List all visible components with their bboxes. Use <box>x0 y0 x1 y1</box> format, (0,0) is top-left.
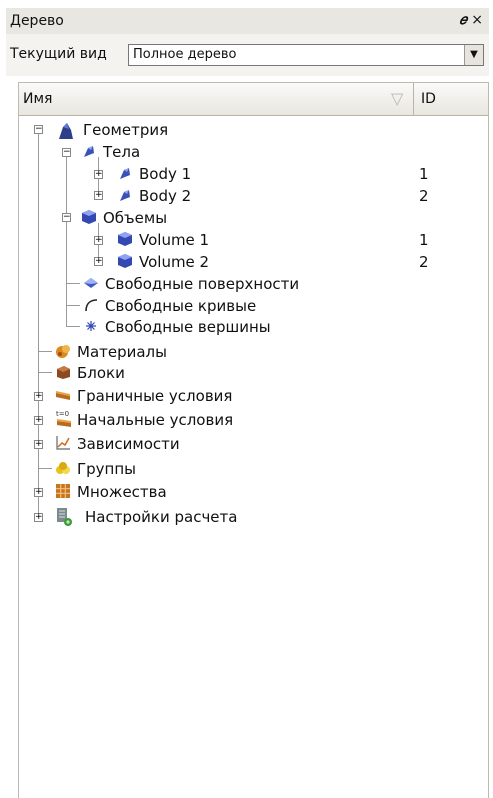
settings-icon <box>57 508 72 526</box>
tree-item-label: Множества <box>77 483 167 501</box>
tree-item-label: Граничные условия <box>77 387 233 405</box>
tree-item-label: Материалы <box>77 343 167 361</box>
filter-icon[interactable]: ▽ <box>391 89 403 108</box>
curve-icon <box>85 299 98 312</box>
tree-item-label: Блоки <box>77 364 125 382</box>
tree-item-label: Свободные вершины <box>105 318 271 336</box>
geometry-icon <box>59 123 73 139</box>
expander[interactable]: + <box>94 170 103 179</box>
svg-text:t=0: t=0 <box>56 410 69 418</box>
blocks-icon <box>57 366 70 379</box>
dropdown-arrow-icon[interactable]: ▼ <box>464 45 483 65</box>
panel-title: Дерево <box>10 13 64 29</box>
expander[interactable]: + <box>34 416 43 425</box>
view-row: Текущий вид Полное дерево ▼ <box>6 34 489 76</box>
expander[interactable]: + <box>94 257 103 266</box>
volume-icon <box>118 232 132 246</box>
panel-buttons: 𝑒 × <box>459 12 483 28</box>
tree-panel: Дерево 𝑒 × Текущий вид Полное дерево ▼ И… <box>0 0 493 798</box>
column-name-header[interactable]: Имя <box>23 91 52 107</box>
tree-item-id: 1 <box>419 165 429 183</box>
surface-icon <box>84 278 98 288</box>
volumes-icon <box>82 210 96 224</box>
tree-item-label: Группы <box>77 460 137 478</box>
close-button[interactable]: × <box>471 12 483 28</box>
view-select-value: Полное дерево <box>133 47 237 62</box>
expander[interactable]: + <box>34 488 43 497</box>
dependencies-icon <box>56 436 70 450</box>
tree-item-label: Свободные кривые <box>105 297 257 315</box>
view-label: Текущий вид <box>10 46 107 62</box>
expander[interactable]: + <box>34 513 43 522</box>
tree-item-label: Геометрия <box>83 121 169 139</box>
tree-view[interactable]: Имя ▽ ID − Геометрия − Тела + Body 1 1 +… <box>18 82 489 798</box>
tree-item-label: Объемы <box>103 209 168 227</box>
tree-item-label: Volume 2 <box>139 253 210 271</box>
vertex-icon <box>86 321 96 331</box>
tree-item-label: Volume 1 <box>139 231 210 249</box>
tree-item-label: Зависимости <box>77 435 180 453</box>
tree-item-label: Тела <box>103 143 141 161</box>
tree-item-id: 2 <box>419 187 429 205</box>
groups-icon <box>56 462 70 474</box>
tree-item-id: 1 <box>419 231 429 249</box>
expander[interactable]: − <box>34 125 43 134</box>
tree-item-label: Body 2 <box>139 187 192 205</box>
float-button[interactable]: 𝑒 <box>459 12 466 28</box>
tree-item-label: Начальные условия <box>77 411 234 429</box>
tree-item-label: Body 1 <box>139 165 192 183</box>
column-header: Имя ▽ ID <box>19 83 488 116</box>
panel-titlebar: Дерево 𝑒 × <box>6 8 489 35</box>
body-icon <box>120 190 130 201</box>
boundary-icon <box>56 391 70 400</box>
expander[interactable]: − <box>62 148 71 157</box>
view-select[interactable]: Полное дерево ▼ <box>128 44 484 66</box>
expander[interactable]: + <box>34 440 43 449</box>
volume-icon <box>118 254 132 268</box>
body-icon <box>120 168 130 179</box>
initial-conditions-icon: t=0 <box>56 410 71 427</box>
expander[interactable]: + <box>94 191 103 200</box>
expander[interactable]: − <box>62 213 71 222</box>
sets-icon <box>56 484 70 498</box>
expander[interactable]: + <box>94 236 103 245</box>
expander[interactable]: + <box>34 392 43 401</box>
column-id-header[interactable]: ID <box>421 91 436 107</box>
bodies-icon <box>84 146 94 157</box>
tree-item-id: 2 <box>419 253 429 271</box>
materials-icon <box>56 345 70 358</box>
tree-item-label: Свободные поверхности <box>105 275 300 293</box>
tree-item-label: Настройки расчета <box>85 508 238 526</box>
column-separator[interactable] <box>413 83 414 115</box>
